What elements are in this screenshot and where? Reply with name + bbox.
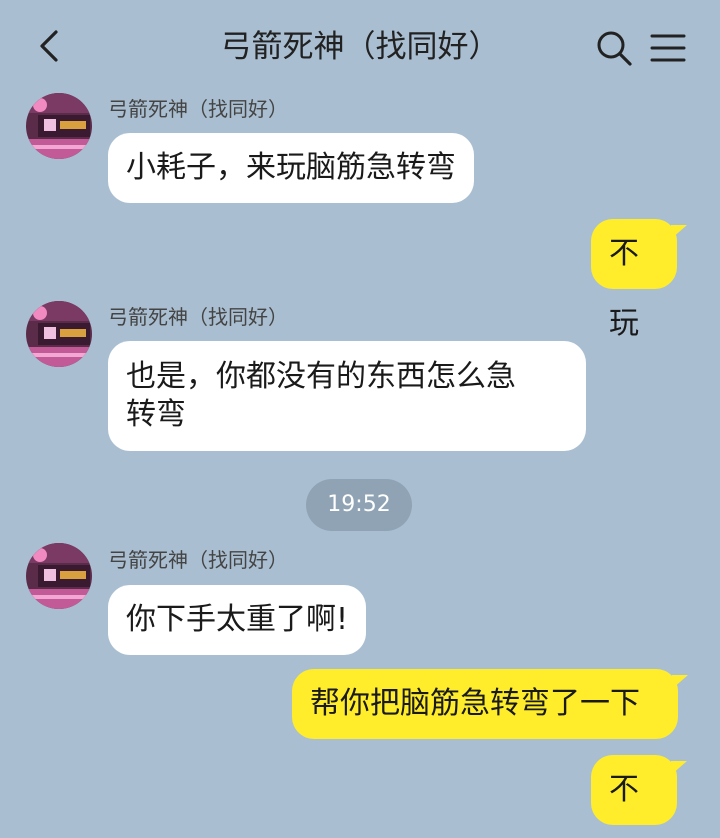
message-bubble[interactable]: 也是，你都没有的东西怎么急 转弯 (108, 341, 586, 451)
sender-name: 弓箭死神（找同好） (108, 305, 288, 329)
search-icon[interactable] (594, 28, 634, 68)
avatar[interactable] (26, 543, 92, 609)
sender-name: 弓箭死神（找同好） (108, 97, 288, 121)
message-bubble[interactable]: 你下手太重了啊! (108, 585, 367, 655)
timestamp: 19:52 (306, 479, 412, 531)
message-line: 也是，你都没有的东西怎么急 (126, 359, 516, 394)
avatar[interactable] (26, 301, 92, 367)
message-bubble[interactable]: 不玩 (591, 219, 687, 341)
message-bubble[interactable]: 不谢 (591, 755, 687, 825)
top-bar: 弓箭死神（找同好） (0, 0, 720, 92)
message-bubble[interactable]: 帮你把脑筋急转弯了一下 (292, 669, 688, 739)
menu-icon[interactable] (648, 28, 688, 68)
message-bubble[interactable]: 小耗子，来玩脑筋急转弯 (108, 133, 474, 203)
message-line: 转弯 (126, 397, 186, 432)
avatar[interactable] (26, 93, 92, 159)
sender-name: 弓箭死神（找同好） (108, 548, 288, 572)
